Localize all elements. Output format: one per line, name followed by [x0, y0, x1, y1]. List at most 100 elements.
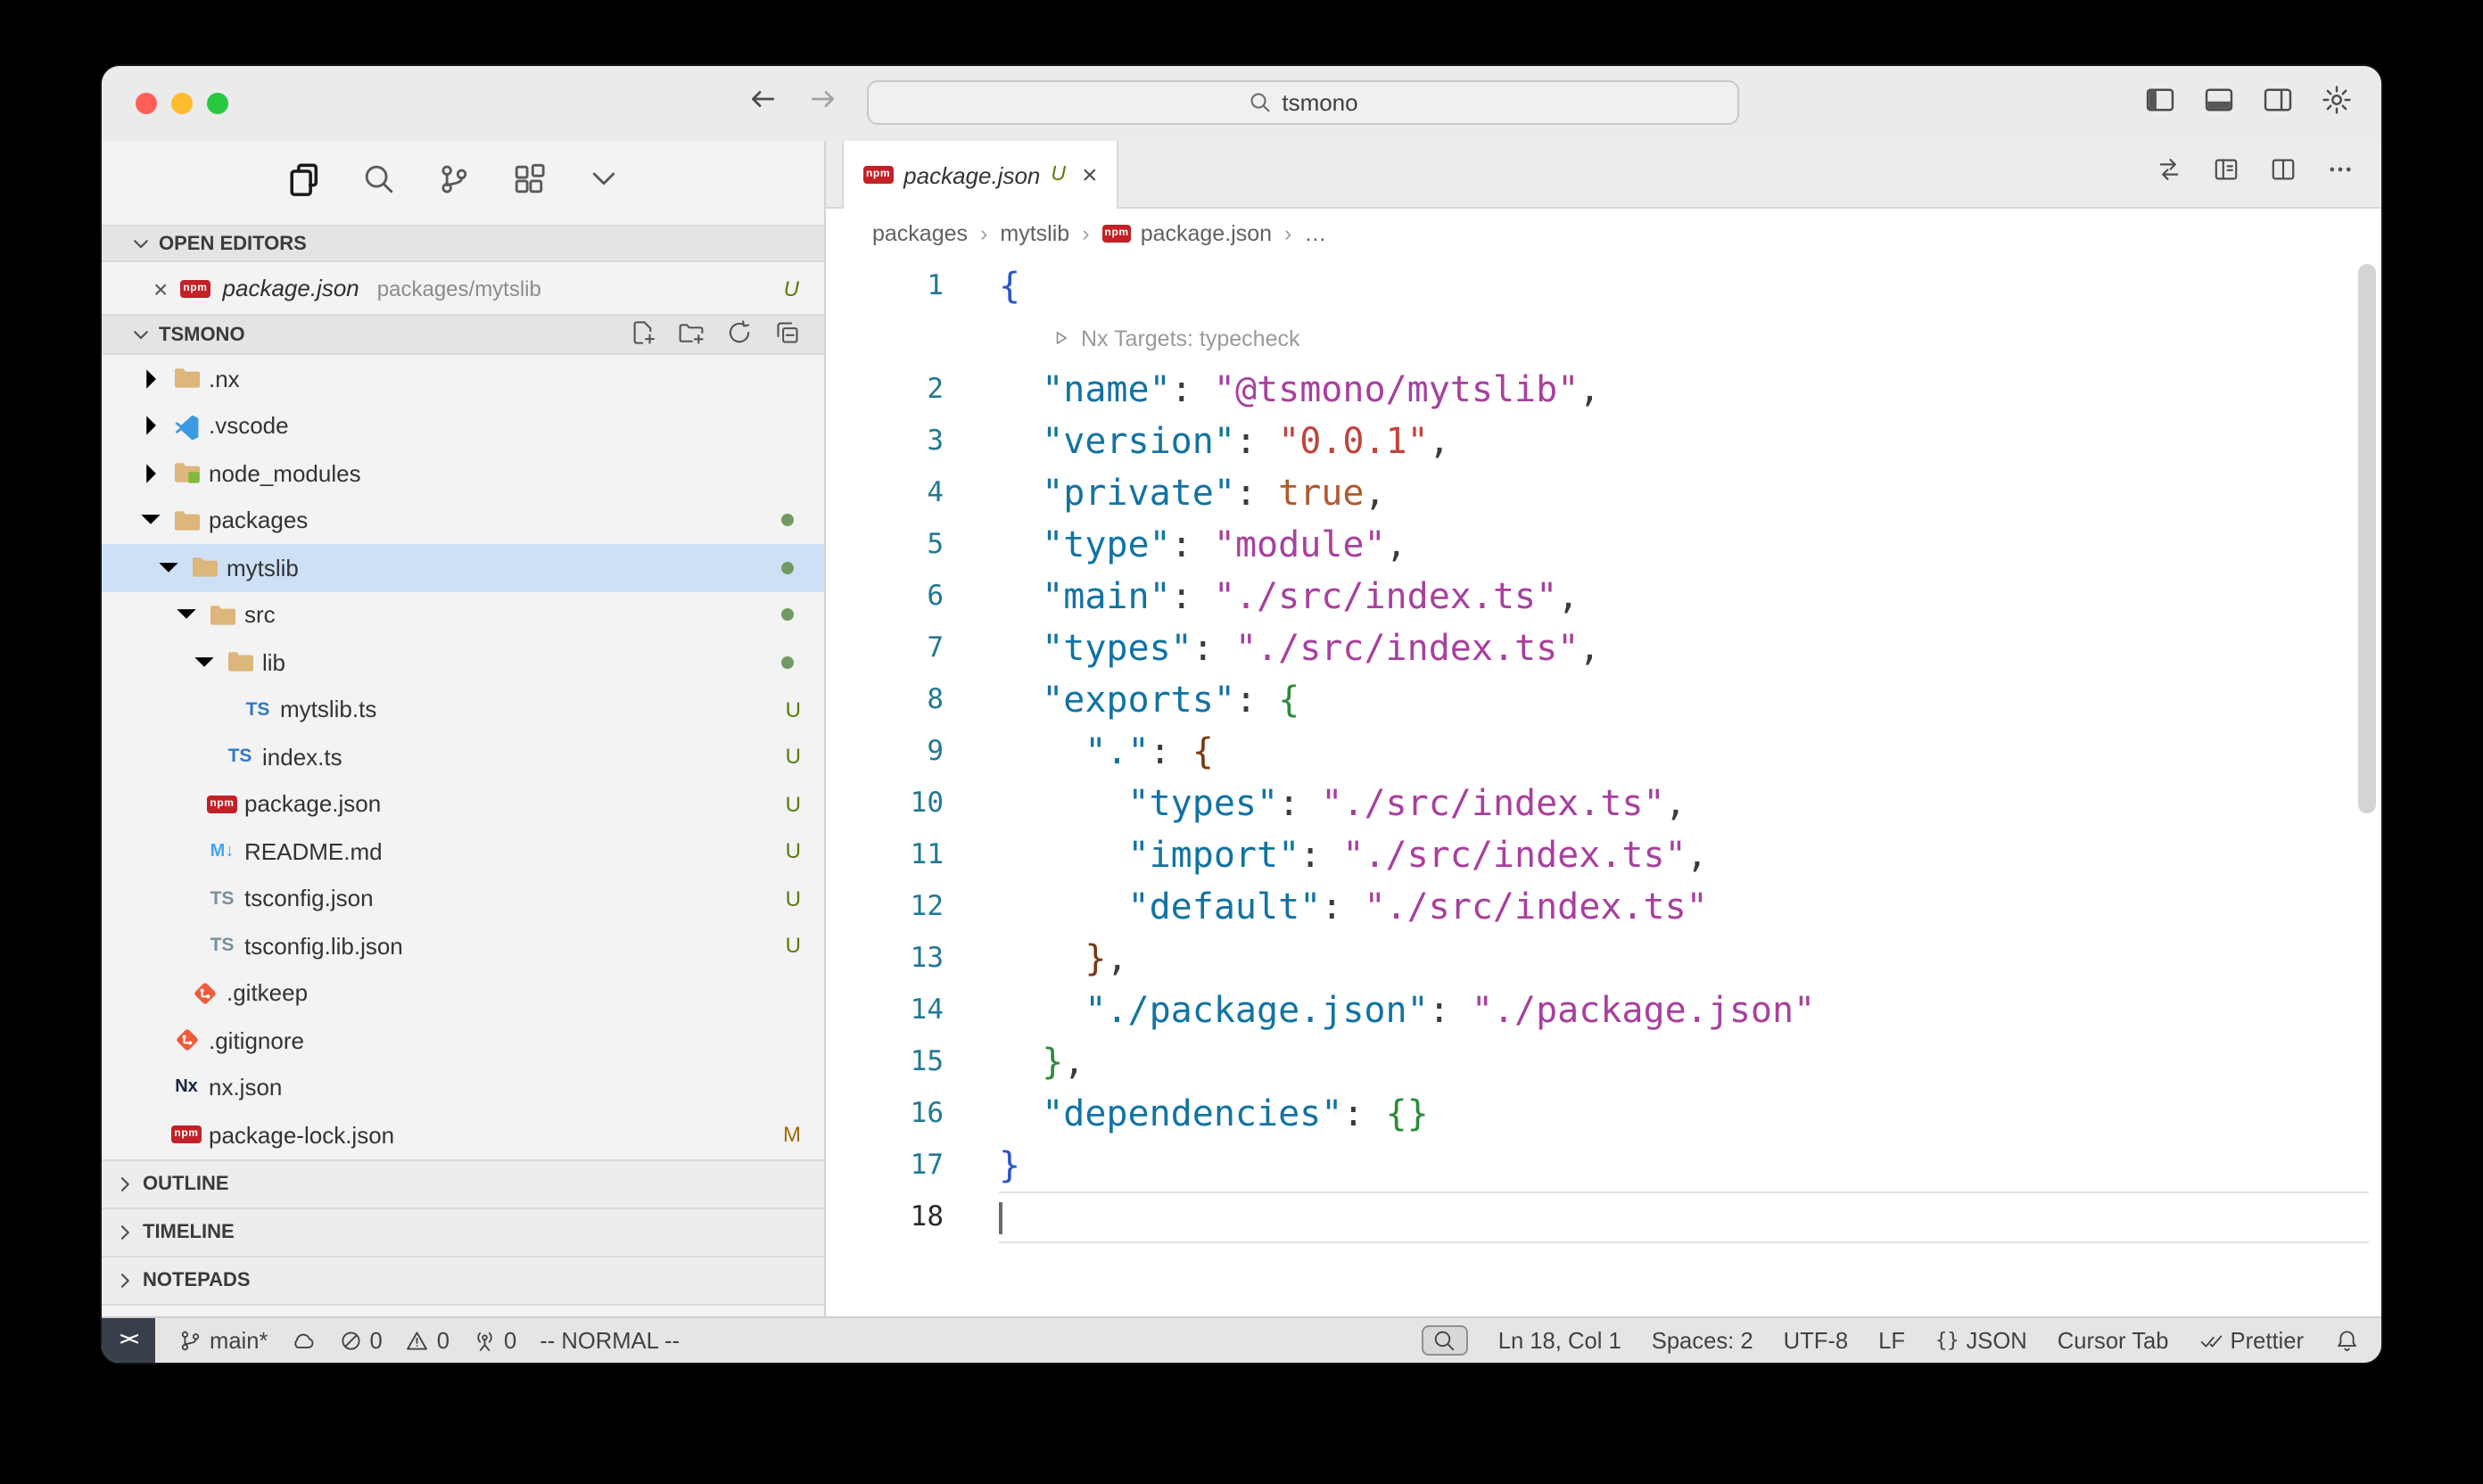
open-editor-item[interactable]: ×npmpackage.jsonpackages/mytslibU: [102, 262, 824, 314]
section-header-timeline[interactable]: TIMELINE: [102, 1207, 824, 1255]
tab-bar: npmpackage.jsonU×: [826, 141, 2381, 209]
close-editor-icon[interactable]: ×: [153, 274, 168, 302]
close-window-button[interactable]: [136, 93, 157, 114]
tree-item-packages[interactable]: packages: [102, 497, 824, 544]
tree-item-src[interactable]: src: [102, 591, 824, 639]
codelens[interactable]: Nx Targets: typecheck: [1051, 326, 1300, 350]
breadcrumb-item[interactable]: mytslib: [1000, 220, 1069, 245]
status-bell[interactable]: [2334, 1329, 2358, 1353]
status-main[interactable]: main*: [178, 1327, 268, 1354]
collapse-all-button[interactable]: [774, 318, 801, 350]
code-line-3[interactable]: 3 "version": "0.0.1",: [826, 416, 2381, 467]
status-normal[interactable]: -- NORMAL --: [540, 1327, 680, 1354]
tree-item-tsconfig-json[interactable]: TStsconfig.jsonU: [102, 875, 824, 922]
code-line-2[interactable]: 2 "name": "@tsmono/mytslib",: [826, 364, 2381, 416]
code-line-10[interactable]: 10 "types": "./src/index.ts",: [826, 778, 2381, 829]
status-ln-18-col-1[interactable]: Ln 18, Col 1: [1498, 1327, 1621, 1354]
code-line-4[interactable]: 4 "private": true,: [826, 467, 2381, 519]
activity-search-button[interactable]: [362, 161, 396, 204]
line-number: 3: [826, 416, 944, 467]
open-editors-header[interactable]: OPEN EDITORS: [102, 225, 824, 262]
editor-scrollbar[interactable]: [2358, 264, 2376, 813]
code-line-9[interactable]: 9 ".": {: [826, 726, 2381, 778]
code-line-12[interactable]: 12 "default": "./src/index.ts": [826, 881, 2381, 933]
status-prettier[interactable]: Prettier: [2199, 1327, 2305, 1354]
status-0[interactable]: 0: [473, 1327, 516, 1354]
status-json[interactable]: {}JSON: [1935, 1327, 2027, 1354]
tree-item-nx[interactable]: .nx: [102, 355, 824, 402]
status-utf-8[interactable]: UTF-8: [1784, 1327, 1849, 1354]
refresh-button[interactable]: [726, 318, 753, 350]
status-magnifier[interactable]: [1423, 1325, 1468, 1356]
zoom-window-button[interactable]: [207, 93, 228, 114]
collapse-all-icon: [774, 318, 801, 345]
tree-item-package-json[interactable]: npmpackage.jsonU: [102, 780, 824, 828]
layout-sidebar-right-button[interactable]: [2262, 83, 2294, 124]
code-line-16[interactable]: 16 "dependencies": {}: [826, 1088, 2381, 1140]
tree-item-node-modules[interactable]: node_modules: [102, 449, 824, 497]
code-line-14[interactable]: 14 "./package.json": "./package.json": [826, 985, 2381, 1036]
minimize-window-button[interactable]: [171, 93, 193, 114]
open-changes-button[interactable]: [2212, 155, 2240, 193]
code-editor[interactable]: 1{ Nx Targets: typecheck 2 "name": "@tsmon…: [826, 257, 2381, 1316]
tree-item-label: packages: [209, 507, 308, 534]
status-0[interactable]: 0: [406, 1327, 450, 1354]
activity-extensions-button[interactable]: [512, 161, 546, 204]
file-icon-slot: TS: [221, 746, 259, 768]
breadcrumb-item[interactable]: npmpackage.json: [1102, 220, 1273, 245]
section-header-outline[interactable]: OUTLINE: [102, 1158, 824, 1207]
compare-changes-button[interactable]: [2155, 155, 2183, 193]
code-line-13[interactable]: 13 },: [826, 933, 2381, 985]
back-button[interactable]: [747, 84, 778, 123]
tree-item-readme-md[interactable]: M↓README.mdU: [102, 828, 824, 875]
tree-item-tsconfig-lib-json[interactable]: TStsconfig.lib.jsonU: [102, 922, 824, 969]
codelens-row: Nx Targets: typecheck: [826, 312, 2381, 364]
chevron-right-icon: [114, 1221, 136, 1242]
code-line-5[interactable]: 5 "type": "module",: [826, 519, 2381, 571]
tree-item-label: .vscode: [209, 413, 289, 440]
split-editor-button[interactable]: [2269, 155, 2297, 193]
remote-indicator[interactable]: ><: [102, 1318, 155, 1363]
tree-item-mytslib-ts[interactable]: TSmytslib.tsU: [102, 686, 824, 733]
tree-item-package-lock-json[interactable]: npmpackage-lock.jsonM: [102, 1111, 824, 1158]
code-line-11[interactable]: 11 "import": "./src/index.ts",: [826, 829, 2381, 881]
code-line-7[interactable]: 7 "types": "./src/index.ts",: [826, 622, 2381, 674]
code-line-content: "import": "./src/index.ts",: [999, 829, 2381, 881]
tree-item-lib[interactable]: lib: [102, 639, 824, 686]
new-folder-button[interactable]: [678, 318, 705, 350]
code-line-17[interactable]: 17}: [826, 1140, 2381, 1191]
status-cursor-tab[interactable]: Cursor Tab: [2058, 1327, 2169, 1354]
gear-button[interactable]: [2321, 83, 2353, 124]
layout-panel-bottom-button[interactable]: [2203, 83, 2235, 124]
code-line-15[interactable]: 15 },: [826, 1036, 2381, 1088]
activity-files-button[interactable]: [287, 161, 321, 204]
git-status-badge: U: [786, 792, 801, 817]
layout-sidebar-left-button[interactable]: [2144, 83, 2176, 124]
new-file-button[interactable]: [630, 318, 656, 350]
tree-item-mytslib[interactable]: mytslib: [102, 544, 824, 591]
more-actions-button[interactable]: [2326, 155, 2355, 193]
activity-chevron-down-button[interactable]: [587, 161, 621, 204]
tree-item-gitignore[interactable]: .gitignore: [102, 1017, 824, 1064]
code-line-8[interactable]: 8 "exports": {: [826, 674, 2381, 726]
close-tab-icon[interactable]: ×: [1082, 160, 1098, 190]
tree-item-nx-json[interactable]: Nxnx.json: [102, 1064, 824, 1111]
breadcrumb-item[interactable]: packages: [872, 220, 968, 245]
status-cloud[interactable]: [291, 1329, 315, 1353]
status-0[interactable]: 0: [338, 1327, 382, 1354]
tab-package-json[interactable]: npmpackage.jsonU×: [842, 141, 1119, 209]
forward-button[interactable]: [808, 84, 838, 123]
activity-source-control-button[interactable]: [437, 161, 471, 204]
explorer-header[interactable]: TSMONO: [102, 314, 824, 355]
breadcrumb-item[interactable]: …: [1304, 220, 1326, 245]
code-line-1[interactable]: 1{: [826, 260, 2381, 312]
tree-item-index-ts[interactable]: TSindex.tsU: [102, 733, 824, 780]
status-lf[interactable]: LF: [1878, 1327, 1905, 1354]
section-header-notepads[interactable]: NOTEPADS: [102, 1255, 824, 1305]
status-spaces-2[interactable]: Spaces: 2: [1652, 1327, 1753, 1354]
code-line-18[interactable]: 18: [826, 1191, 2381, 1243]
tree-item-gitkeep[interactable]: .gitkeep: [102, 969, 824, 1017]
code-line-6[interactable]: 6 "main": "./src/index.ts",: [826, 571, 2381, 622]
tree-item-vscode[interactable]: .vscode: [102, 402, 824, 449]
command-center-search[interactable]: tsmono: [867, 80, 1739, 125]
